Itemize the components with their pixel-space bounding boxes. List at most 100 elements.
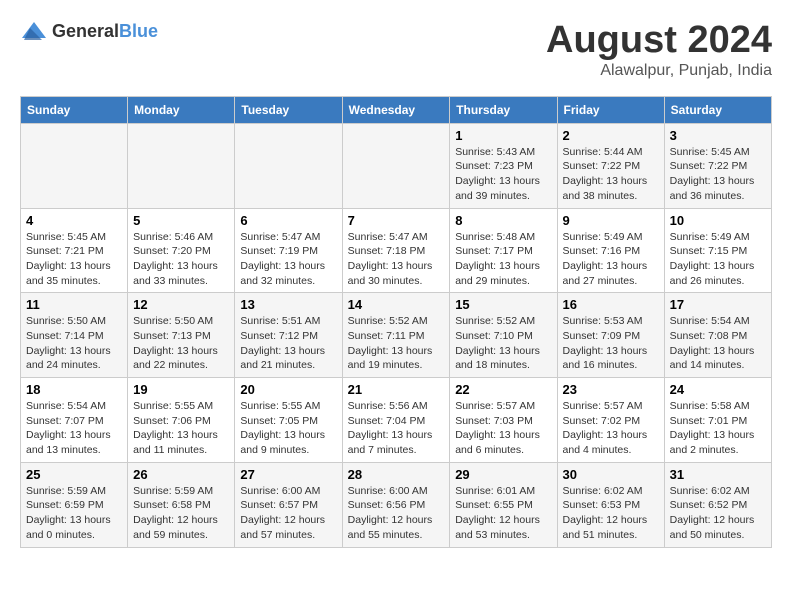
day-number: 18	[26, 382, 122, 397]
calendar-cell	[128, 123, 235, 208]
calendar-week-2: 4 Sunrise: 5:45 AM Sunset: 7:21 PM Daylig…	[21, 208, 772, 293]
page-header: GeneralBlue August 2024 Alawalpur, Punja…	[20, 20, 772, 80]
calendar-cell: 25 Sunrise: 5:59 AM Sunset: 6:59 PM Dayli…	[21, 462, 128, 547]
day-number: 26	[133, 467, 229, 482]
calendar-cell: 9Sunrise: 5:49 AM Sunset: 7:16 PM Daylig…	[557, 208, 664, 293]
calendar-cell: 6 Sunrise: 5:47 AM Sunset: 7:19 PM Daylig…	[235, 208, 342, 293]
day-info: Sunrise: 5:43 AM Sunset: 7:23 PM Dayligh…	[455, 145, 551, 204]
weekday-header-wednesday: Wednesday	[342, 96, 450, 123]
day-number: 16	[563, 297, 659, 312]
month-year-title: August 2024	[546, 20, 772, 62]
calendar-cell: 28 Sunrise: 6:00 AM Sunset: 6:56 PM Dayli…	[342, 462, 450, 547]
day-number: 31	[670, 467, 766, 482]
calendar-cell: 13Sunrise: 5:51 AM Sunset: 7:12 PM Dayli…	[235, 293, 342, 378]
weekday-header-monday: Monday	[128, 96, 235, 123]
calendar-cell: 22Sunrise: 5:57 AM Sunset: 7:03 PM Dayli…	[450, 378, 557, 463]
day-number: 15	[455, 297, 551, 312]
logo-icon	[20, 20, 48, 42]
day-info: Sunrise: 5:53 AM Sunset: 7:09 PM Dayligh…	[563, 314, 659, 373]
calendar-week-3: 11 Sunrise: 5:50 AM Sunset: 7:14 PM Dayli…	[21, 293, 772, 378]
day-info: Sunrise: 5:50 AM Sunset: 7:14 PM Dayligh…	[26, 314, 122, 373]
day-info: Sunrise: 5:54 AM Sunset: 7:08 PM Dayligh…	[670, 314, 766, 373]
day-info: Sunrise: 5:58 AM Sunset: 7:01 PM Dayligh…	[670, 399, 766, 458]
calendar-cell: 10 Sunrise: 5:49 AM Sunset: 7:15 PM Dayli…	[664, 208, 771, 293]
calendar-cell: 20Sunrise: 5:55 AM Sunset: 7:05 PM Dayli…	[235, 378, 342, 463]
day-info: Sunrise: 5:55 AM Sunset: 7:05 PM Dayligh…	[240, 399, 336, 458]
day-number: 14	[348, 297, 445, 312]
day-info: Sunrise: 5:45 AM Sunset: 7:21 PM Dayligh…	[26, 230, 122, 289]
calendar-table: SundayMondayTuesdayWednesdayThursdayFrid…	[20, 96, 772, 548]
day-info: Sunrise: 6:00 AM Sunset: 6:56 PM Dayligh…	[348, 484, 445, 543]
calendar-cell: 21Sunrise: 5:56 AM Sunset: 7:04 PM Dayli…	[342, 378, 450, 463]
calendar-cell: 15 Sunrise: 5:52 AM Sunset: 7:10 PM Dayli…	[450, 293, 557, 378]
day-info: Sunrise: 5:47 AM Sunset: 7:19 PM Dayligh…	[240, 230, 336, 289]
logo-text-blue: Blue	[119, 21, 158, 41]
weekday-header-saturday: Saturday	[664, 96, 771, 123]
calendar-cell: 18 Sunrise: 5:54 AM Sunset: 7:07 PM Dayli…	[21, 378, 128, 463]
calendar-cell: 17 Sunrise: 5:54 AM Sunset: 7:08 PM Dayli…	[664, 293, 771, 378]
calendar-cell: 26Sunrise: 5:59 AM Sunset: 6:58 PM Dayli…	[128, 462, 235, 547]
calendar-cell: 3Sunrise: 5:45 AM Sunset: 7:22 PM Daylig…	[664, 123, 771, 208]
day-number: 3	[670, 128, 766, 143]
day-info: Sunrise: 5:54 AM Sunset: 7:07 PM Dayligh…	[26, 399, 122, 458]
day-info: Sunrise: 5:50 AM Sunset: 7:13 PM Dayligh…	[133, 314, 229, 373]
weekday-header-thursday: Thursday	[450, 96, 557, 123]
calendar-cell: 8Sunrise: 5:48 AM Sunset: 7:17 PM Daylig…	[450, 208, 557, 293]
day-number: 2	[563, 128, 659, 143]
day-info: Sunrise: 6:02 AM Sunset: 6:52 PM Dayligh…	[670, 484, 766, 543]
calendar-cell: 24 Sunrise: 5:58 AM Sunset: 7:01 PM Dayli…	[664, 378, 771, 463]
day-number: 30	[563, 467, 659, 482]
day-info: Sunrise: 5:55 AM Sunset: 7:06 PM Dayligh…	[133, 399, 229, 458]
day-info: Sunrise: 5:47 AM Sunset: 7:18 PM Dayligh…	[348, 230, 445, 289]
calendar-cell: 11 Sunrise: 5:50 AM Sunset: 7:14 PM Dayli…	[21, 293, 128, 378]
day-number: 28	[348, 467, 445, 482]
day-info: Sunrise: 5:52 AM Sunset: 7:10 PM Dayligh…	[455, 314, 551, 373]
calendar-cell: 30 Sunrise: 6:02 AM Sunset: 6:53 PM Dayli…	[557, 462, 664, 547]
calendar-cell	[21, 123, 128, 208]
day-number: 4	[26, 213, 122, 228]
weekday-header-row: SundayMondayTuesdayWednesdayThursdayFrid…	[21, 96, 772, 123]
day-number: 24	[670, 382, 766, 397]
day-info: Sunrise: 5:44 AM Sunset: 7:22 PM Dayligh…	[563, 145, 659, 204]
calendar-cell: 23Sunrise: 5:57 AM Sunset: 7:02 PM Dayli…	[557, 378, 664, 463]
calendar-week-5: 25 Sunrise: 5:59 AM Sunset: 6:59 PM Dayli…	[21, 462, 772, 547]
day-info: Sunrise: 5:48 AM Sunset: 7:17 PM Dayligh…	[455, 230, 551, 289]
day-number: 13	[240, 297, 336, 312]
calendar-cell: 29Sunrise: 6:01 AM Sunset: 6:55 PM Dayli…	[450, 462, 557, 547]
day-number: 17	[670, 297, 766, 312]
calendar-cell: 5 Sunrise: 5:46 AM Sunset: 7:20 PM Daylig…	[128, 208, 235, 293]
day-number: 23	[563, 382, 659, 397]
calendar-cell: 14 Sunrise: 5:52 AM Sunset: 7:11 PM Dayli…	[342, 293, 450, 378]
day-number: 6	[240, 213, 336, 228]
day-number: 10	[670, 213, 766, 228]
calendar-cell: 1 Sunrise: 5:43 AM Sunset: 7:23 PM Daylig…	[450, 123, 557, 208]
day-number: 11	[26, 297, 122, 312]
day-info: Sunrise: 5:59 AM Sunset: 6:59 PM Dayligh…	[26, 484, 122, 543]
weekday-header-friday: Friday	[557, 96, 664, 123]
calendar-cell: 4 Sunrise: 5:45 AM Sunset: 7:21 PM Daylig…	[21, 208, 128, 293]
day-info: Sunrise: 6:02 AM Sunset: 6:53 PM Dayligh…	[563, 484, 659, 543]
weekday-header-tuesday: Tuesday	[235, 96, 342, 123]
calendar-cell: 12Sunrise: 5:50 AM Sunset: 7:13 PM Dayli…	[128, 293, 235, 378]
day-info: Sunrise: 5:46 AM Sunset: 7:20 PM Dayligh…	[133, 230, 229, 289]
calendar-week-1: 1 Sunrise: 5:43 AM Sunset: 7:23 PM Daylig…	[21, 123, 772, 208]
day-info: Sunrise: 5:52 AM Sunset: 7:11 PM Dayligh…	[348, 314, 445, 373]
day-number: 5	[133, 213, 229, 228]
calendar-week-4: 18 Sunrise: 5:54 AM Sunset: 7:07 PM Dayli…	[21, 378, 772, 463]
weekday-header-sunday: Sunday	[21, 96, 128, 123]
logo: GeneralBlue	[20, 20, 158, 42]
calendar-cell	[235, 123, 342, 208]
calendar-cell: 31 Sunrise: 6:02 AM Sunset: 6:52 PM Dayli…	[664, 462, 771, 547]
calendar-cell: 7Sunrise: 5:47 AM Sunset: 7:18 PM Daylig…	[342, 208, 450, 293]
day-info: Sunrise: 5:56 AM Sunset: 7:04 PM Dayligh…	[348, 399, 445, 458]
title-block: August 2024 Alawalpur, Punjab, India	[546, 20, 772, 80]
calendar-cell	[342, 123, 450, 208]
day-number: 29	[455, 467, 551, 482]
day-info: Sunrise: 5:49 AM Sunset: 7:15 PM Dayligh…	[670, 230, 766, 289]
day-number: 1	[455, 128, 551, 143]
location-subtitle: Alawalpur, Punjab, India	[546, 62, 772, 80]
day-number: 22	[455, 382, 551, 397]
day-number: 27	[240, 467, 336, 482]
day-number: 25	[26, 467, 122, 482]
day-number: 9	[563, 213, 659, 228]
